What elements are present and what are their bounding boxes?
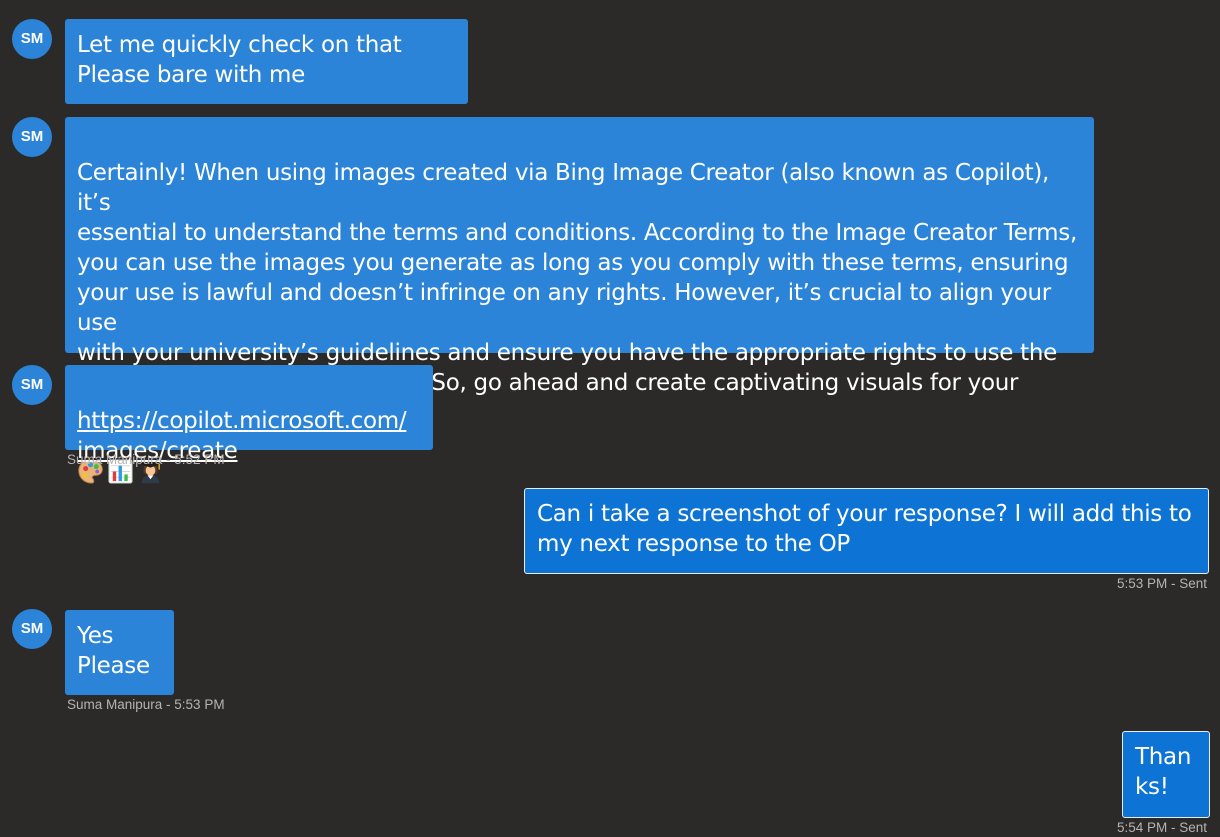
agent-message-bubble: Let me quickly check on that Please bare…	[65, 19, 468, 104]
agent-avatar: SM	[12, 609, 52, 649]
chat-transcript: SM Let me quickly check on that Please b…	[0, 0, 1220, 837]
message-timestamp: Suma Manipura - 5:53 PM	[67, 697, 225, 712]
agent-message-bubble: Certainly! When using images created via…	[65, 117, 1094, 484]
agent-message-bubble: Yes Please	[65, 610, 174, 695]
user-message-bubble: Than ks!	[1122, 731, 1210, 818]
agent-avatar: SM	[12, 19, 52, 59]
user-message-bubble: Can i take a screenshot of your response…	[524, 488, 1209, 574]
message-timestamp: Suma Manipura - 5:52 PM	[67, 452, 225, 467]
agent-message-bubble: https://copilot.microsoft.com/ images/cr…	[65, 365, 433, 464]
agent-avatar: SM	[12, 117, 52, 157]
message-timestamp: 5:53 PM - Sent	[1116, 576, 1207, 591]
agent-avatar: SM	[12, 365, 52, 405]
message-timestamp: 5:54 PM - Sent	[1116, 820, 1207, 835]
